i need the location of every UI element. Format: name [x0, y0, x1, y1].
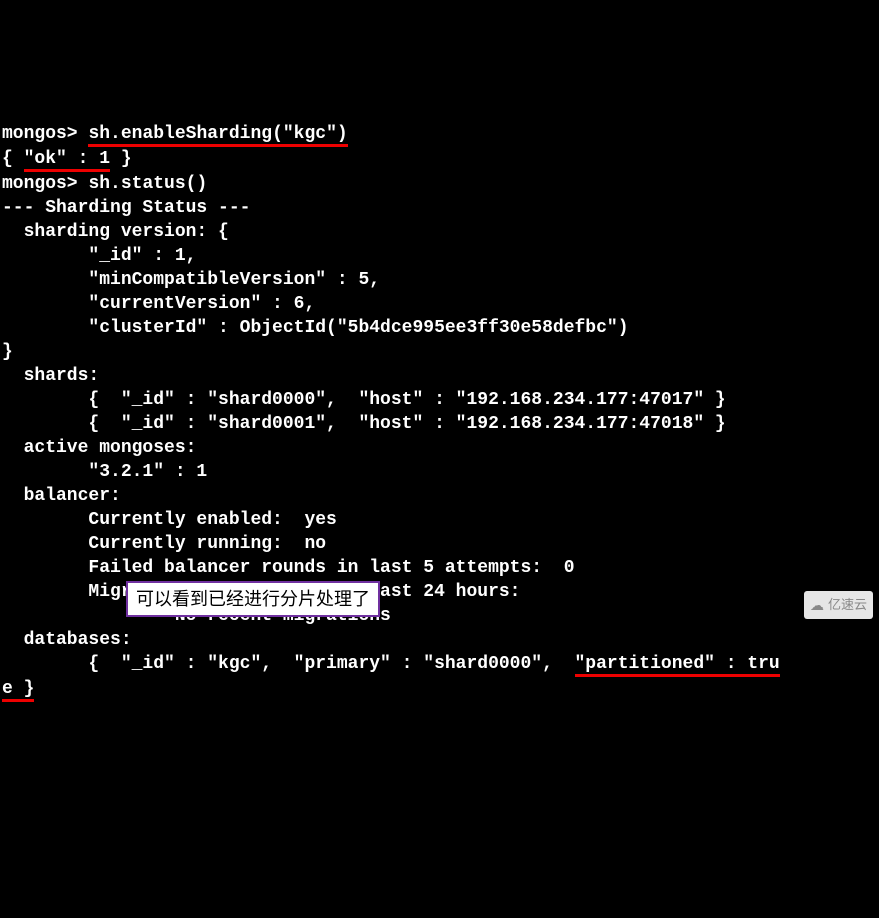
output-line: balancer: — [2, 486, 121, 506]
prompt: mongos> — [2, 124, 78, 144]
watermark-text: 亿速云 — [828, 593, 867, 617]
command-enable-sharding: sh.enableSharding("kgc") — [88, 124, 347, 147]
output-db-line-c: e } — [2, 679, 34, 702]
output-line-shard1: { "_id" : "shard0001", "host" : "192.168… — [2, 414, 726, 434]
watermark: ☁ 亿速云 — [804, 591, 873, 619]
result-ok: "ok" : 1 — [24, 149, 110, 172]
output-db-partitioned: "partitioned" : tru — [575, 654, 780, 677]
output-line: --- Sharding Status --- — [2, 198, 261, 218]
result-ok-close: } — [110, 149, 132, 169]
output-line: active mongoses: — [2, 438, 196, 458]
output-line: "clusterId" : ObjectId("5b4dce995ee3ff30… — [2, 318, 629, 338]
command-status: sh.status() — [88, 174, 207, 194]
output-line: "currentVersion" : 6, — [2, 294, 315, 314]
output-line: sharding version: { — [2, 222, 229, 242]
annotation-callout: 可以看到已经进行分片处理了 — [126, 581, 380, 617]
output-line: "3.2.1" : 1 — [2, 462, 207, 482]
output-line: } — [2, 342, 13, 362]
output-line-shard0: { "_id" : "shard0000", "host" : "192.168… — [2, 390, 726, 410]
output-line: Currently enabled: yes — [2, 510, 337, 530]
result-ok-brace: { — [2, 149, 24, 169]
output-db-line-a: { "_id" : "kgc", "primary" : "shard0000"… — [2, 654, 575, 674]
cloud-icon: ☁ — [810, 593, 824, 617]
output-line: Failed balancer rounds in last 5 attempt… — [2, 558, 575, 578]
output-line: databases: — [2, 630, 132, 650]
output-line: Currently running: no — [2, 534, 326, 554]
prompt: mongos> — [2, 174, 78, 194]
output-line: shards: — [2, 366, 99, 386]
output-line: "minCompatibleVersion" : 5, — [2, 270, 380, 290]
output-line: "_id" : 1, — [2, 246, 196, 266]
